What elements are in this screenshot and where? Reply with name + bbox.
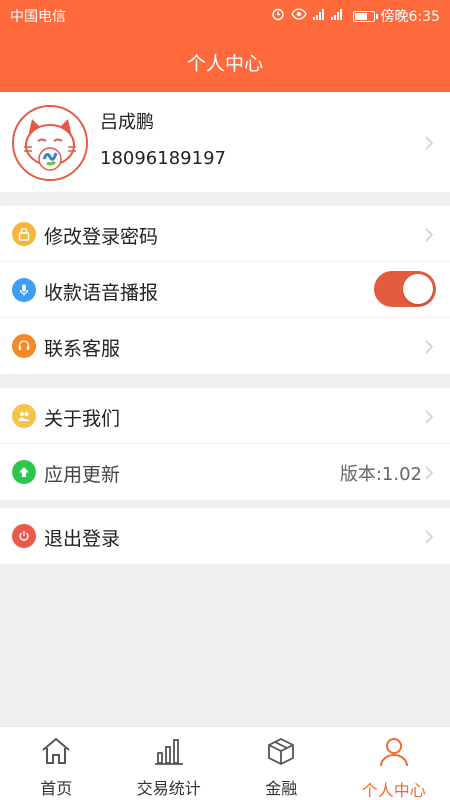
nav-item-finance[interactable]: 金融	[225, 727, 338, 800]
app-header: 个人中心	[0, 32, 450, 92]
profile-phone: 18096189197	[100, 148, 226, 169]
chevron-right-icon	[424, 529, 438, 544]
clock-label: 傍晚6:35	[380, 9, 440, 25]
row-label: 联系客服	[44, 338, 121, 360]
nav-item-profile[interactable]: 个人中心	[338, 727, 450, 800]
version-value: 版本:1.02	[339, 464, 422, 485]
chevron-right-icon	[424, 227, 438, 242]
eye-icon	[290, 8, 307, 24]
headset-icon	[12, 334, 36, 358]
lock-icon	[12, 222, 36, 246]
row-label: 退出登录	[44, 528, 121, 550]
settings-group-about: 关于我们 应用更新 版本:1.02	[0, 388, 450, 500]
row-change-password[interactable]: 修改登录密码	[0, 206, 450, 262]
carrier-label: 中国电信	[10, 9, 66, 25]
settings-group-logout: 退出登录	[0, 508, 450, 564]
people-icon	[12, 404, 36, 428]
profile-name: 吕成鹏	[100, 112, 154, 133]
chevron-right-icon	[424, 465, 438, 480]
row-logout[interactable]: 退出登录	[0, 508, 450, 564]
status-bar: 中国电信 傍晚6:35	[0, 0, 450, 32]
nav-label: 个人中心	[361, 781, 426, 800]
page-title: 个人中心	[186, 52, 263, 75]
voice-broadcast-toggle[interactable]	[374, 271, 436, 307]
nav-label: 金融	[265, 779, 298, 798]
settings-group-account: 修改登录密码 收款语音播报 联系客服	[0, 206, 450, 374]
chevron-right-icon	[424, 339, 438, 354]
battery-icon	[352, 10, 378, 22]
row-label: 收款语音播报	[44, 282, 159, 304]
row-label: 关于我们	[44, 408, 121, 430]
microphone-icon	[12, 278, 36, 302]
person-icon	[378, 737, 410, 771]
chevron-right-icon	[424, 135, 438, 150]
bottom-nav: 首页 交易统计 金融 个人中心	[0, 726, 450, 800]
row-voice-broadcast: 收款语音播报	[0, 262, 450, 318]
bar-chart-icon	[153, 737, 185, 769]
power-icon	[12, 524, 36, 548]
screen: 中国电信 傍晚6:35 个人中心 吕成鹏 18096189197 修改登录密码 …	[0, 0, 450, 800]
row-app-update[interactable]: 应用更新 版本:1.02	[0, 444, 450, 500]
row-about-us[interactable]: 关于我们	[0, 388, 450, 444]
row-label: 修改登录密码	[44, 226, 159, 248]
profile-card[interactable]: 吕成鹏 18096189197	[0, 92, 450, 192]
toggle-knob	[403, 274, 433, 304]
avatar	[12, 105, 88, 181]
row-label: 应用更新	[44, 464, 121, 486]
nav-label: 首页	[40, 779, 73, 798]
upload-arrow-icon	[12, 460, 36, 484]
chevron-right-icon	[424, 409, 438, 424]
home-icon	[40, 737, 72, 769]
status-right: 傍晚6:35	[271, 6, 440, 26]
nav-label: 交易统计	[136, 779, 201, 798]
cube-icon	[265, 737, 297, 769]
row-contact-support[interactable]: 联系客服	[0, 318, 450, 374]
signal-icon	[312, 7, 347, 25]
nav-item-home[interactable]: 首页	[0, 727, 113, 800]
alarm-icon	[271, 7, 285, 25]
nav-item-statistics[interactable]: 交易统计	[113, 727, 226, 800]
